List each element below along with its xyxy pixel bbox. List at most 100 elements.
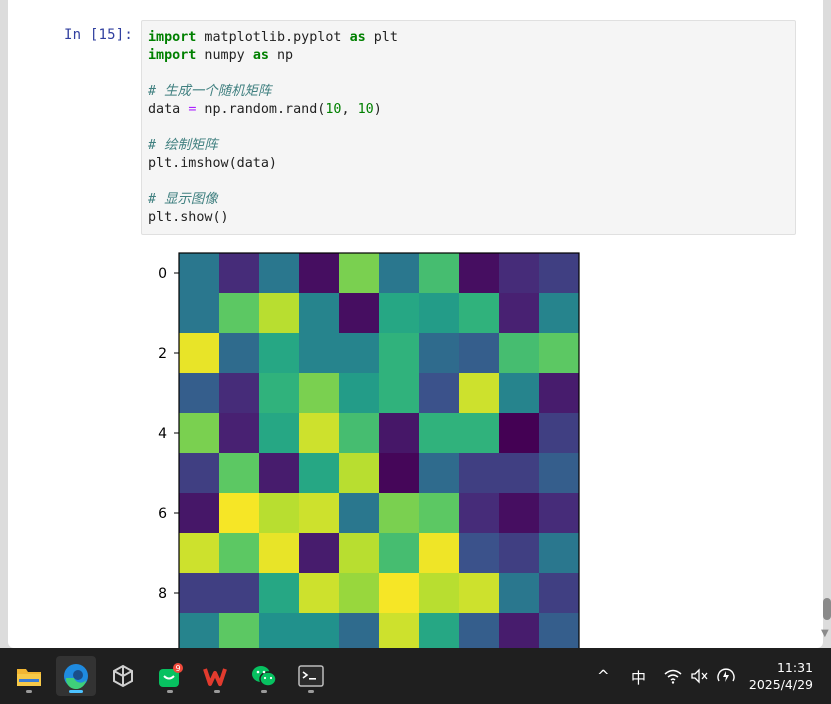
heatmap-cell	[179, 613, 219, 648]
heatmap-cell	[419, 373, 459, 413]
heatmap-cell	[539, 453, 579, 493]
tray-battery[interactable]	[716, 667, 736, 689]
heatmap-cell	[339, 613, 379, 648]
heatmap-cell	[259, 373, 299, 413]
heatmap-cell	[419, 413, 459, 453]
code-text: data	[148, 102, 189, 117]
taskbar-file-explorer[interactable]	[9, 656, 49, 696]
heatmap-cell	[539, 413, 579, 453]
cell-prompt: In [15]:	[64, 27, 134, 43]
heatmap-cell	[419, 533, 459, 573]
heatmap-cell	[179, 373, 219, 413]
heatmap-cell	[219, 413, 259, 453]
heatmap-cell	[339, 413, 379, 453]
folder-icon	[17, 669, 41, 686]
heatmap-cell	[299, 373, 339, 413]
heatmap-cell	[419, 253, 459, 293]
y-tick-label: 4	[158, 426, 167, 442]
code-line: # 显示图像	[148, 191, 789, 209]
taskbar-wps[interactable]	[197, 656, 237, 696]
heatmap-cell	[299, 293, 339, 333]
y-tick-label: 6	[158, 506, 167, 522]
taskbar-edge[interactable]	[56, 656, 96, 696]
heatmap-cell	[259, 333, 299, 373]
heatmap-cell	[259, 293, 299, 333]
heatmap-cell	[339, 373, 379, 413]
heatmap-cell	[219, 253, 259, 293]
system-clock[interactable]: 11:31 2025/4/29	[749, 659, 813, 693]
scrollbar-thumb[interactable]	[823, 598, 831, 620]
heatmap-cell	[419, 613, 459, 648]
heatmap-cell	[259, 253, 299, 293]
heatmap-cell	[459, 413, 499, 453]
heatmap-cell	[539, 253, 579, 293]
y-tick-label: 2	[158, 346, 167, 362]
taskbar-store[interactable]: 9	[150, 656, 190, 696]
code-comment: # 绘制矩阵	[148, 138, 218, 153]
heatmap-plot: 0 2 4 6 8	[158, 252, 580, 648]
code-line: import numpy as np	[148, 47, 789, 65]
jupyter-window: In [15]: import matplotlib.pyplot as plt…	[8, 0, 831, 648]
heatmap-cell	[219, 453, 259, 493]
code-keyword: as	[252, 48, 269, 63]
heatmap-cell	[219, 373, 259, 413]
heatmap-cell	[499, 253, 539, 293]
heatmap-cell	[179, 533, 219, 573]
code-text: numpy	[196, 48, 253, 63]
tray-volume[interactable]	[690, 668, 710, 688]
heatmap-cell	[379, 493, 419, 533]
taskbar-unity[interactable]	[103, 656, 143, 696]
heatmap-cell	[459, 493, 499, 533]
heatmap-cell	[499, 613, 539, 648]
wechat-icon	[252, 666, 277, 687]
heatmap-cell	[259, 493, 299, 533]
battery-charging-icon	[717, 668, 735, 682]
wifi-icon	[664, 669, 682, 684]
heatmap-cell	[459, 613, 499, 648]
y-tick-label: 8	[158, 586, 167, 602]
heatmap-cell	[499, 493, 539, 533]
scroll-down-arrow[interactable]: ▼	[821, 628, 829, 639]
heatmap-cell	[459, 333, 499, 373]
heatmap-cell	[379, 253, 419, 293]
running-indicator	[167, 690, 173, 693]
heatmap-cell	[179, 253, 219, 293]
heatmap-cell	[259, 413, 299, 453]
heatmap-cell	[179, 493, 219, 533]
heatmap-cell	[539, 293, 579, 333]
heatmap-cell	[299, 453, 339, 493]
heatmap-cell	[499, 373, 539, 413]
heatmap-cell	[259, 613, 299, 648]
code-text: plt	[365, 30, 398, 45]
code-line: plt.imshow(data)	[148, 155, 789, 173]
ime-indicator[interactable]: 中	[631, 667, 646, 688]
heatmap-cell	[339, 533, 379, 573]
heatmap-cell	[499, 533, 539, 573]
heatmap-cell	[419, 293, 459, 333]
heatmap-cell	[379, 293, 419, 333]
heatmap-cell	[459, 293, 499, 333]
tray-network[interactable]	[664, 668, 682, 688]
y-tick-label: 0	[158, 266, 167, 282]
running-indicator	[308, 690, 314, 693]
heatmap-cell	[539, 333, 579, 373]
code-text: ,	[341, 102, 358, 117]
running-indicator	[26, 690, 32, 693]
heatmap-cell	[379, 413, 419, 453]
taskbar-wechat[interactable]	[244, 656, 284, 696]
volume-muted-icon	[691, 668, 708, 684]
code-number: 10	[325, 102, 342, 117]
code-cell[interactable]: import matplotlib.pyplot as plt import nu…	[141, 20, 796, 235]
taskbar-terminal[interactable]	[291, 656, 331, 696]
heatmap-cell	[539, 373, 579, 413]
heatmap-cell	[179, 413, 219, 453]
heatmap-cell	[419, 333, 459, 373]
heatmap-cell	[379, 573, 419, 613]
heatmap-cell	[379, 613, 419, 648]
code-line: plt.show()	[148, 209, 789, 227]
tray-chevron-icon[interactable]: ^	[597, 667, 610, 685]
heatmap-cell	[259, 453, 299, 493]
heatmap-cell	[459, 573, 499, 613]
heatmap-cell	[299, 493, 339, 533]
